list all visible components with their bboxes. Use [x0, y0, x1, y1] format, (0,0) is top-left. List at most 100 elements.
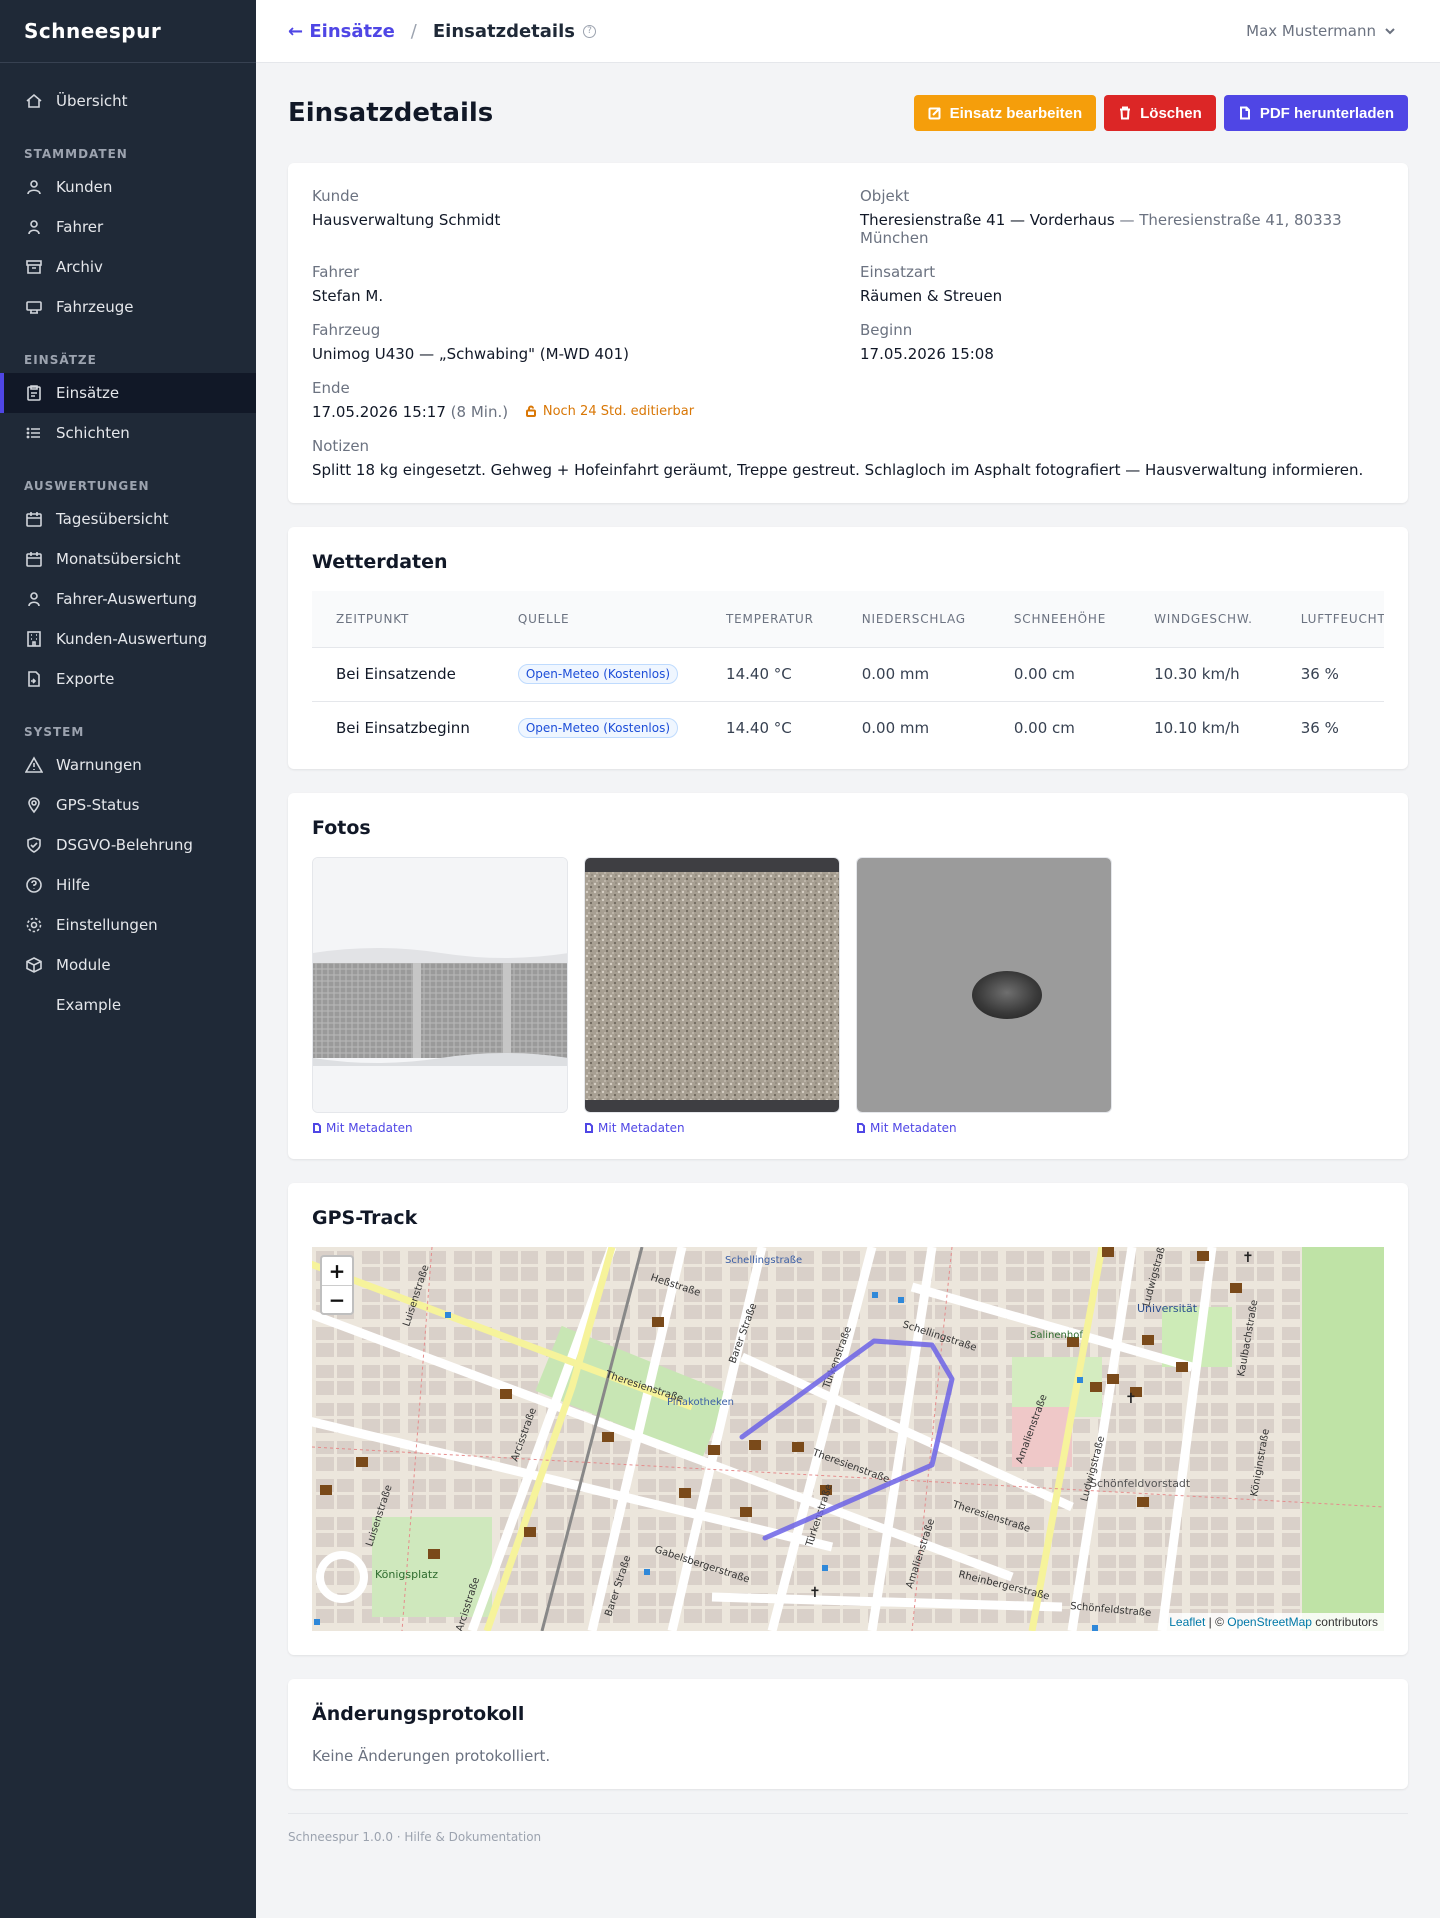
zoom-in-button[interactable]: + [322, 1257, 352, 1285]
map-label-schellingstrasse: Schellingstraße [725, 1255, 802, 1266]
pdf-download-button[interactable]: PDF herunterladen [1223, 95, 1408, 131]
map-label-salinenhof: Salinenhof [1030, 1330, 1083, 1341]
sidebar-item-module[interactable]: Module [0, 945, 256, 985]
page-title: Einsatzdetails [288, 98, 494, 128]
sidebar-item-exporte[interactable]: Exporte [0, 659, 256, 699]
shield-icon [24, 835, 44, 855]
weather-title: Wetterdaten [312, 551, 448, 573]
edit-button-label: Einsatz bearbeiten [949, 104, 1083, 122]
source-badge: Open-Meteo (Kostenlos) [517, 718, 679, 739]
photo-metadata-link[interactable]: Mit Metadaten [312, 1121, 568, 1135]
table-cell-zeitpunkt: Bei Einsatzende [312, 646, 494, 701]
page-header: Einsatzdetails Einsatz bearbeiten Lösche… [288, 63, 1408, 163]
field-value: Unimog U430 — „Schwabing" (M-WD 401) [312, 345, 629, 363]
table-header-row: ZEITPUNKT QUELLE TEMPERATUR NIEDERSCHLAG SCH… [312, 591, 1384, 647]
source-badge: Open-Meteo (Kostenlos) [517, 664, 679, 684]
field-label: Kunde [312, 187, 359, 205]
photo-thumbnail-gravel[interactable] [584, 857, 840, 1113]
sidebar-item-fahrer[interactable]: Fahrer [0, 207, 256, 247]
sidebar-item-fahrzeuge[interactable]: Fahrzeuge [0, 287, 256, 327]
weather-table-wrapper[interactable]: ZEITPUNKT QUELLE TEMPERATUR NIEDERSCHLAG SCH… [312, 591, 1384, 755]
field-value: Räumen & Streuen [860, 287, 1003, 305]
cube-icon [24, 955, 44, 975]
table-row: Bei Einsatzende Open-Meteo (Kostenlos) 14.… [312, 646, 1384, 701]
field-value: Hausverwaltung Schmidt [312, 211, 501, 229]
sidebar-nav: Übersicht STAMMDATEN Kunden Fahrer Archiv Fah… [0, 63, 256, 1025]
sidebar-section-title: EINSÄTZE [24, 353, 97, 367]
column-header: LUFTFEUCHTIGKEIT [1276, 591, 1384, 647]
file-icon [313, 1123, 321, 1133]
table-cell-quelle: Open-Meteo (Kostenlos) [493, 646, 703, 701]
sidebar-item-label: Kunden [56, 178, 113, 196]
field-value: Theresienstraße 41 — Vorderhaus — Theres… [860, 211, 1380, 247]
column-header: NIEDERSCHLAG [837, 591, 990, 647]
table-cell: 14.40 °C [702, 700, 838, 755]
sidebar-item-dsgvo-belehrung[interactable]: DSGVO-Belehrung [0, 825, 256, 865]
action-buttons: Einsatz bearbeiten Löschen PDF herunterl… [913, 95, 1408, 131]
calendar-month-icon [24, 549, 44, 569]
sidebar-section-title: SYSTEM [24, 725, 85, 739]
sidebar-item-einsätze[interactable]: Einsätze [0, 373, 256, 413]
sidebar-item-kunden[interactable]: Kunden [0, 167, 256, 207]
field-fahrzeug: Fahrzeug Unimog U430 — „Schwabing" (M-WD… [312, 321, 860, 363]
sidebar-item-übersicht[interactable]: Übersicht [0, 81, 256, 121]
editable-hint: Noch 24 Std. editierbar [525, 404, 694, 419]
sidebar-item-label: Schichten [56, 424, 130, 442]
delete-button[interactable]: Löschen [1104, 95, 1216, 131]
table-cell: 36 % [1276, 700, 1384, 755]
sidebar-section-title: AUSWERTUNGEN [24, 479, 150, 493]
sidebar-item-schichten[interactable]: Schichten [0, 413, 256, 453]
sidebar-item-label: Module [56, 956, 111, 974]
edit-button[interactable]: Einsatz bearbeiten [913, 95, 1097, 131]
sidebar-item-fahrer-auswertung[interactable]: Fahrer-Auswertung [0, 579, 256, 619]
photo-item: Mit Metadaten [584, 857, 840, 1135]
map-zoom-control: + − [320, 1255, 354, 1315]
sidebar-item-label: Example [56, 996, 122, 1014]
sidebar-item-label: Monatsübersicht [56, 550, 181, 568]
pdf-button-label: PDF herunterladen [1259, 104, 1394, 122]
leaflet-link[interactable]: Leaflet [1169, 1615, 1205, 1629]
sidebar-item-gps-status[interactable]: GPS-Status [0, 785, 256, 825]
field-einsatzart: Einsatzart Räumen & Streuen [860, 263, 1380, 305]
brand-logo[interactable]: Schneespur [0, 0, 256, 63]
osm-link[interactable]: OpenStreetMap [1227, 1615, 1312, 1629]
user-menu[interactable]: Max Mustermann [1246, 22, 1396, 40]
map-tiles: ✝ ✝ ✝ Universität Pinakotheken Königspla… [312, 1247, 1384, 1631]
attribution-suffix: contributors [1311, 1615, 1378, 1629]
sidebar-item-warnungen[interactable]: Warnungen [0, 745, 256, 785]
sidebar-item-label: Einsätze [56, 384, 120, 402]
clipboard-icon [24, 383, 44, 403]
table-cell: 10.10 km/h [1130, 700, 1277, 755]
sidebar-item-kunden-auswertung[interactable]: Kunden-Auswertung [0, 619, 256, 659]
sidebar-item-label: Hilfe [56, 876, 91, 894]
file-icon [585, 1123, 593, 1133]
gear-icon [24, 915, 44, 935]
field-label: Notizen [312, 437, 370, 455]
photo-metadata-link[interactable]: Mit Metadaten [856, 1121, 1112, 1135]
gps-map[interactable]: ✝ ✝ ✝ Universität Pinakotheken Königspla… [312, 1247, 1384, 1631]
sidebar-item-einstellungen[interactable]: Einstellungen [0, 905, 256, 945]
photo-thumbnail-sidewalk[interactable] [312, 857, 568, 1113]
sidebar-item-tagesübersicht[interactable]: Tagesübersicht [0, 499, 256, 539]
photo-metadata-label: Mit Metadaten [870, 1121, 957, 1135]
sidebar-item-hilfe[interactable]: Hilfe [0, 865, 256, 905]
sidebar-item-archiv[interactable]: Archiv [0, 247, 256, 287]
field-value: 17.05.2026 15:17 (8 Min.) Noch 24 Std. e… [312, 403, 860, 421]
sidebar-item-example[interactable]: Example [0, 985, 256, 1025]
topbar: ← Einsätze / Einsatzdetails ? Max Muster… [256, 0, 1440, 63]
sidebar-item-label: Fahrer [56, 218, 104, 236]
zoom-out-button[interactable]: − [322, 1285, 352, 1313]
sidebar-item-monatsübersicht[interactable]: Monatsübersicht [0, 539, 256, 579]
footer-text[interactable]: Schneespur 1.0.0 · Hilfe & Dokumentation [288, 1830, 541, 1844]
sidebar-item-label: Tagesübersicht [56, 510, 169, 528]
photo-metadata-link[interactable]: Mit Metadaten [584, 1121, 840, 1135]
delete-button-label: Löschen [1140, 104, 1202, 122]
photo-thumbnail-pothole[interactable] [856, 857, 1112, 1113]
file-export-icon [24, 669, 44, 689]
ende-value: 17.05.2026 15:17 [312, 403, 446, 421]
field-label: Fahrer [312, 263, 360, 281]
breadcrumb-back-link[interactable]: ← Einsätze [288, 21, 395, 42]
help-icon[interactable]: ? [582, 24, 596, 38]
column-header: TEMPERATUR [702, 591, 838, 647]
sidebar-item-label: Warnungen [56, 756, 142, 774]
